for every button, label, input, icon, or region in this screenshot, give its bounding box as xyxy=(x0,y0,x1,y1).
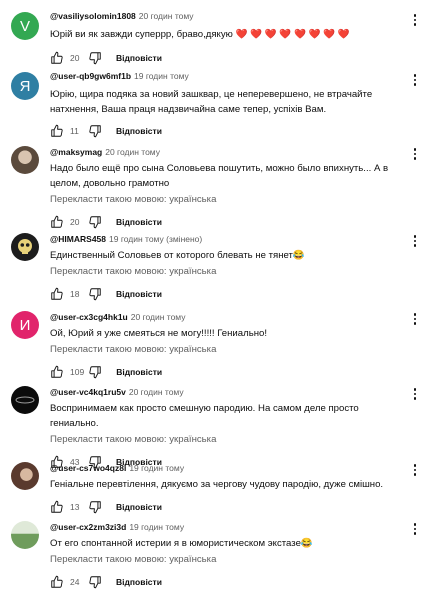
comment-text: Единственный Соловьев от которого блеват… xyxy=(50,250,305,261)
reply-button[interactable]: Відповісти xyxy=(116,367,162,377)
dislike-icon[interactable] xyxy=(88,500,102,514)
more-actions-icon[interactable] xyxy=(410,311,420,327)
comment-text: Юрію, щира подяка за новий зашквар, це н… xyxy=(50,89,373,115)
more-actions-icon[interactable] xyxy=(410,521,420,537)
comment-text: Надо было ещё про сына Соловьева пошутит… xyxy=(50,163,389,189)
reply-button[interactable]: Відповісти xyxy=(116,126,162,136)
avatar[interactable] xyxy=(11,386,39,414)
avatar[interactable]: Я xyxy=(11,72,39,100)
like-count: 20 xyxy=(70,217,80,227)
like-icon[interactable] xyxy=(50,575,64,589)
dislike-icon[interactable] xyxy=(88,287,102,301)
comment-author[interactable]: @user-qb9gw6mf1b xyxy=(50,71,131,81)
skull-icon xyxy=(18,239,32,254)
translate-link[interactable]: Перекласти такою мовою: українська xyxy=(50,343,402,357)
reply-button[interactable]: Відповісти xyxy=(116,577,162,587)
dislike-icon[interactable] xyxy=(88,124,102,138)
avatar[interactable] xyxy=(11,462,39,490)
reply-button[interactable]: Відповісти xyxy=(116,53,162,63)
comment-time[interactable]: 19 годин тому xyxy=(129,522,184,532)
reply-button[interactable]: Відповісти xyxy=(116,289,162,299)
like-count: 18 xyxy=(70,289,80,299)
comment-author[interactable]: @user-cx3cg4hk1u xyxy=(50,312,128,322)
comment-author[interactable]: @user-cs7wo4qz8i xyxy=(50,463,126,473)
like-count: 24 xyxy=(70,577,80,587)
dislike-icon[interactable] xyxy=(88,215,102,229)
comment-text: Геніальне перевтілення, дякуємо за черго… xyxy=(50,479,384,490)
comment-time[interactable]: 20 годин тому xyxy=(131,312,186,322)
like-count: 20 xyxy=(70,53,80,63)
avatar[interactable] xyxy=(11,146,39,174)
like-icon[interactable] xyxy=(50,365,64,379)
dislike-icon[interactable] xyxy=(88,365,102,379)
comment-author[interactable]: @HIMARS458 xyxy=(50,234,106,244)
avatar[interactable]: И xyxy=(11,311,39,339)
avatar[interactable] xyxy=(11,233,39,261)
translate-link[interactable]: Перекласти такою мовою: українська xyxy=(50,553,402,567)
translate-link[interactable]: Перекласти такою мовою: українська xyxy=(50,265,402,279)
comment-time[interactable]: 20 годин тому xyxy=(139,11,194,21)
like-count: 11 xyxy=(70,126,79,136)
more-actions-icon[interactable] xyxy=(410,462,420,478)
comment-author[interactable]: @user-vc4kq1ru5v xyxy=(50,387,126,397)
like-icon[interactable] xyxy=(50,500,64,514)
like-icon[interactable] xyxy=(50,215,64,229)
avatar[interactable]: V xyxy=(11,12,39,40)
comment-text: Юрій ви як завжди суперрр, браво,дякую ❤… xyxy=(50,29,350,40)
comment-text: Ой, Юрий я уже смеяться не могу!!!!! Ген… xyxy=(50,328,268,339)
comment-time[interactable]: 19 годин тому xyxy=(134,71,189,81)
comment-time[interactable]: 20 годин тому xyxy=(105,147,160,157)
more-actions-icon[interactable] xyxy=(410,146,420,162)
more-actions-icon[interactable] xyxy=(410,72,420,88)
more-actions-icon[interactable] xyxy=(410,12,420,28)
comment-time[interactable]: 19 годин тому (змінено) xyxy=(109,234,202,244)
comment-author[interactable]: @user-cx2zm3zi3d xyxy=(50,522,126,532)
avatar[interactable] xyxy=(11,521,39,549)
translate-link[interactable]: Перекласти такою мовою: українська xyxy=(50,433,402,447)
comment-text: Воспринимаем как просто смешную пародию.… xyxy=(50,403,359,429)
like-count: 13 xyxy=(70,502,80,512)
reply-button[interactable]: Відповісти xyxy=(116,217,162,227)
dislike-icon[interactable] xyxy=(88,51,102,65)
translate-link[interactable]: Перекласти такою мовою: українська xyxy=(50,193,402,207)
like-count: 109 xyxy=(70,367,85,377)
dislike-icon[interactable] xyxy=(88,575,102,589)
comment-author[interactable]: @maksymag xyxy=(50,147,102,157)
comment-time[interactable]: 20 годин тому xyxy=(129,387,184,397)
logo-icon xyxy=(15,396,35,404)
like-icon[interactable] xyxy=(50,287,64,301)
like-icon[interactable] xyxy=(50,51,64,65)
reply-button[interactable]: Відповісти xyxy=(116,502,162,512)
like-icon[interactable] xyxy=(50,124,64,138)
comment-text: От его спонтанной истерии я в юмористиче… xyxy=(50,538,313,549)
comment-time[interactable]: 19 годин тому xyxy=(129,463,184,473)
comment-author[interactable]: @vasiliysolomin1808 xyxy=(50,11,136,21)
more-actions-icon[interactable] xyxy=(410,386,420,402)
more-actions-icon[interactable] xyxy=(410,233,420,249)
